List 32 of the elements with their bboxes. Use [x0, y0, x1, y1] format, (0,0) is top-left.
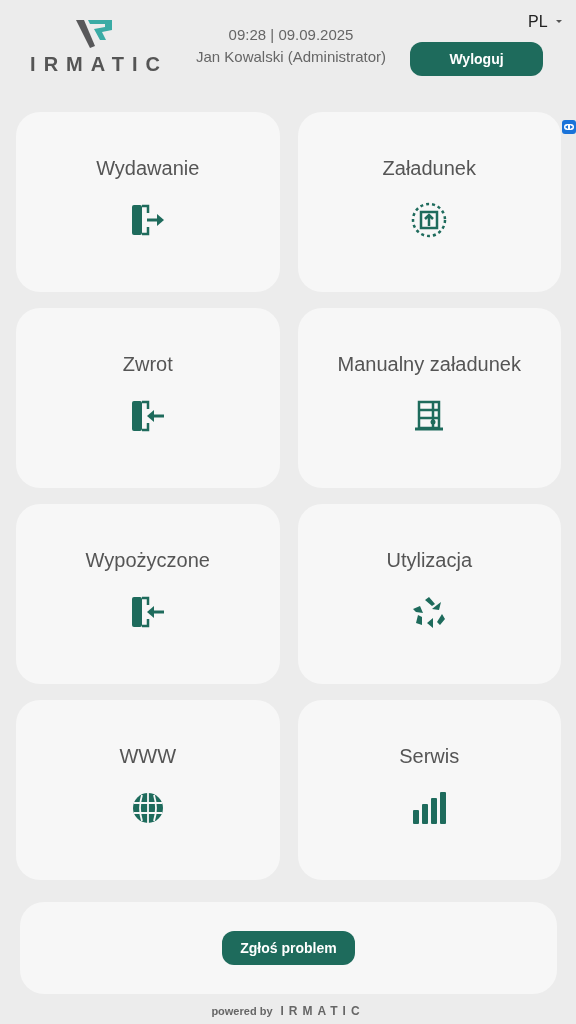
date-time: 09:28 | 09.09.2025 [228, 25, 354, 45]
logo-wordmark: IRMATIC [30, 54, 168, 74]
caret-icon [555, 20, 562, 24]
menu-tile[interactable]: Wydawanie [16, 112, 280, 292]
tile-label: Wypożyczone [85, 548, 210, 573]
menu-tile[interactable]: Manualny załadunek [297, 308, 561, 488]
enter-door-icon [129, 594, 166, 630]
menu-tile[interactable]: Zwrot [16, 308, 280, 488]
language-selector[interactable]: PL [528, 10, 548, 34]
tile-label: Manualny załadunek [337, 352, 521, 377]
logo-icon [76, 18, 114, 48]
menu-tile[interactable]: Załadunek [297, 112, 561, 292]
tile-label: Wydawanie [96, 156, 200, 181]
tile-label: Załadunek [382, 156, 476, 181]
tile-label: Utylizacja [386, 548, 473, 573]
menu-tile[interactable]: Utylizacja [297, 504, 561, 684]
user-name: Jan Kowalski (Administrator) [196, 47, 387, 67]
enter-door-icon [129, 398, 166, 434]
menu-tile[interactable]: Serwis [297, 700, 561, 880]
report-problem-button[interactable]: Zgłoś problem [222, 931, 355, 965]
remote-support-icon[interactable] [562, 120, 576, 134]
upload-icon [411, 202, 448, 238]
footer-brand: IRMATIC [280, 1003, 365, 1020]
exit-door-icon [129, 202, 166, 238]
bar-chart-icon [411, 790, 448, 826]
menu-tile[interactable]: WWW [16, 700, 280, 880]
logout-button[interactable]: Wyloguj [410, 42, 543, 76]
tile-label: Serwis [399, 744, 460, 769]
tile-label: Zwrot [122, 352, 173, 377]
menu-tile[interactable]: Wypożyczone [16, 504, 280, 684]
tile-label: WWW [119, 744, 177, 769]
powered-by-text: powered by [211, 1003, 273, 1019]
